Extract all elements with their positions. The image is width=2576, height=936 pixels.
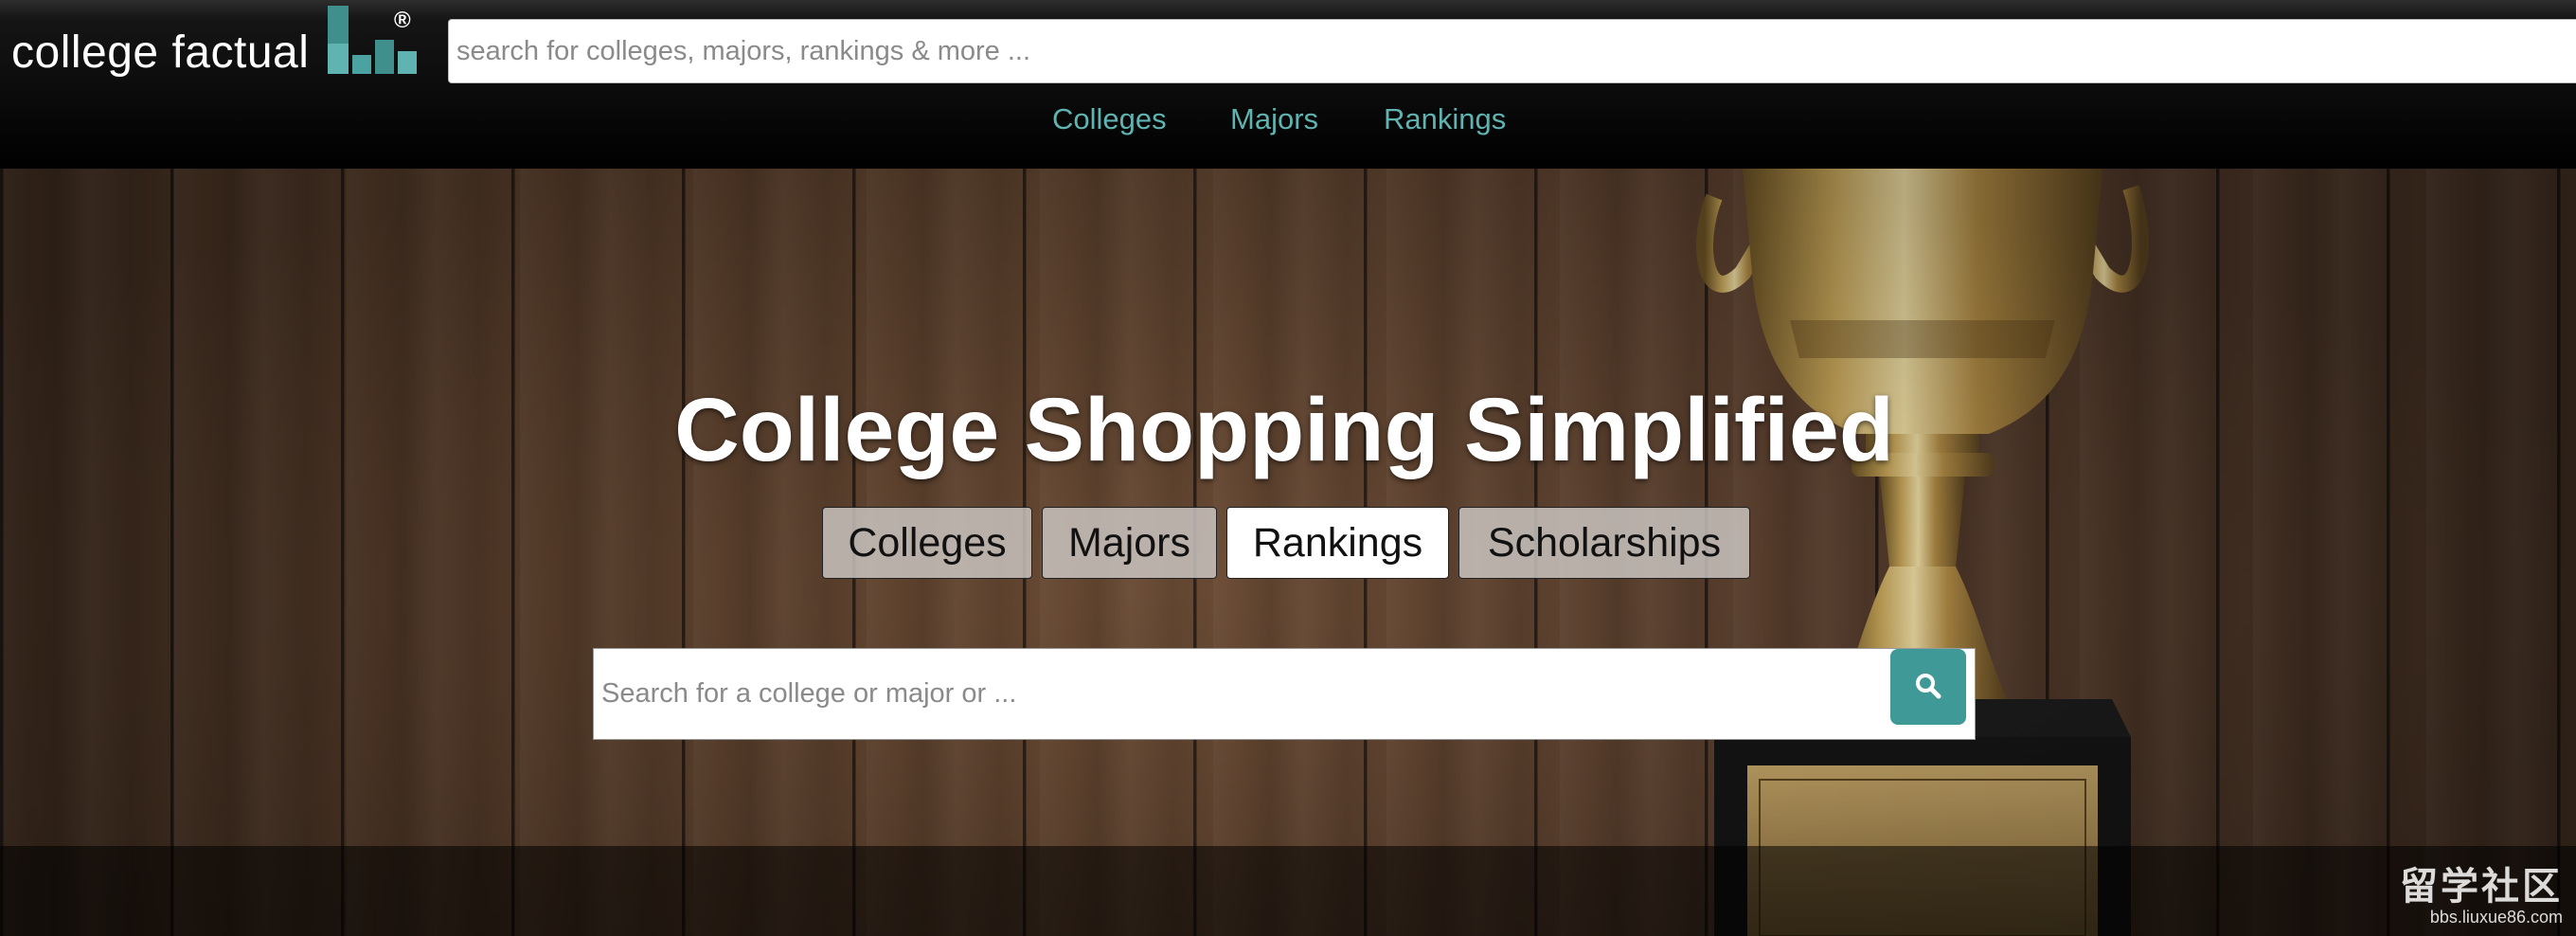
tab-rankings[interactable]: Rankings — [1226, 507, 1449, 579]
watermark: 留学社区 bbs.liuxue86.com — [2400, 866, 2563, 927]
watermark-url-text: bbs.liuxue86.com — [2429, 908, 2563, 927]
hero-bottom-band — [0, 846, 2576, 936]
hero-title: College Shopping Simplified — [674, 380, 1894, 480]
logo-text-college: college — [11, 27, 172, 78]
hero-search-input[interactable] — [594, 649, 1882, 739]
hero-search-box — [593, 648, 1976, 740]
search-icon — [1916, 674, 1941, 699]
main-nav: Colleges Majors Rankings — [0, 102, 2576, 140]
hero-search-button[interactable] — [1890, 649, 1966, 725]
hero-tabs: Colleges Majors Rankings Scholarships — [0, 507, 2576, 579]
watermark-main-text: 留学社区 — [2400, 866, 2563, 908]
nav-link-rankings[interactable]: Rankings — [1384, 102, 1506, 136]
nav-link-majors[interactable]: Majors — [1230, 102, 1318, 136]
logo-wordmark: college factual — [11, 27, 309, 79]
logo-text-factual: factual — [171, 27, 310, 78]
header-search-input[interactable] — [448, 19, 2576, 83]
tab-majors[interactable]: Majors — [1042, 507, 1217, 579]
nav-link-colleges[interactable]: Colleges — [1052, 102, 1167, 136]
registered-mark: ® — [394, 8, 411, 33]
tab-scholarships[interactable]: Scholarships — [1458, 507, 1750, 579]
site-header: college factual ® Colleges Majors Rankin… — [0, 0, 2576, 169]
tab-colleges[interactable]: Colleges — [822, 507, 1032, 579]
hero-section: College Shopping Simplified Colleges Maj… — [0, 169, 2576, 936]
site-logo[interactable]: college factual ® — [9, 0, 445, 85]
